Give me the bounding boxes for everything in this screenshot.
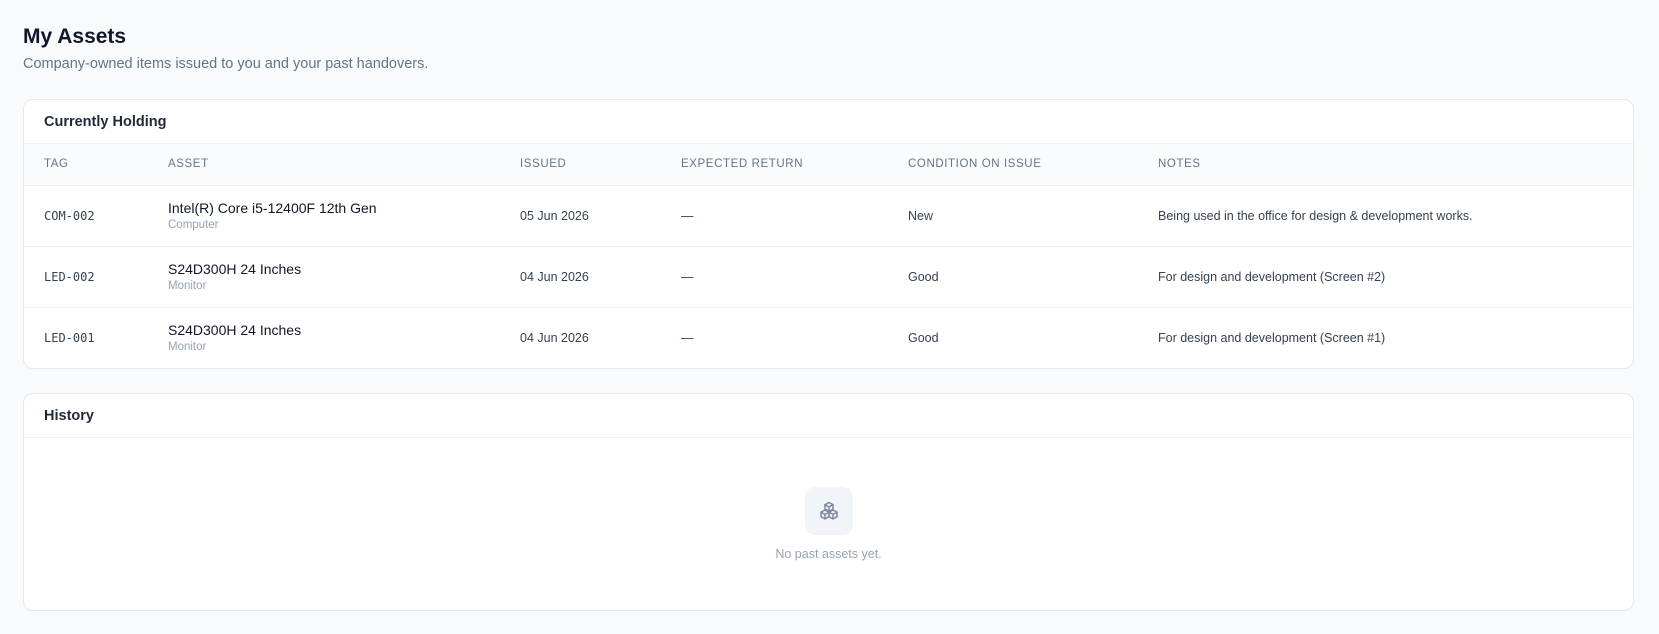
condition-on-issue: Good	[908, 269, 939, 284]
page-subtitle: Company-owned items issued to you and yo…	[23, 56, 429, 72]
expected-return: —	[681, 208, 694, 223]
table-header-row: TAG ASSET ISSUED EXPECTED RETURN CONDITI…	[24, 144, 1633, 186]
column-header-expected-return[interactable]: EXPECTED RETURN	[681, 144, 908, 186]
currently-holding-card: Currently Holding TAG ASSET ISSUED EXPEC…	[23, 99, 1634, 369]
column-header-asset[interactable]: ASSET	[168, 144, 520, 186]
table-row[interactable]: LED-001 S24D300H 24 Inches Monitor 04 Ju…	[24, 307, 1633, 368]
notes: Being used in the office for design & de…	[1158, 208, 1473, 223]
column-header-tag[interactable]: TAG	[24, 144, 168, 186]
expected-return: —	[681, 330, 694, 345]
expected-return: —	[681, 269, 694, 284]
page-title: My Assets	[23, 25, 127, 48]
asset-type: Computer	[168, 218, 219, 231]
table-row[interactable]: LED-002 S24D300H 24 Inches Monitor 04 Ju…	[24, 246, 1633, 307]
issued-date: 04 Jun 2026	[520, 269, 589, 284]
column-header-condition[interactable]: CONDITION ON ISSUE	[908, 144, 1158, 186]
asset-name: Intel(R) Core i5-12400F 12th Gen	[168, 199, 377, 216]
notes: For design and development (Screen #2)	[1158, 269, 1386, 284]
currently-holding-header: Currently Holding	[24, 100, 1633, 144]
table-row[interactable]: COM-002 Intel(R) Core i5-12400F 12th Gen…	[24, 185, 1633, 246]
asset-tag: LED-002	[44, 269, 95, 284]
currently-holding-title: Currently Holding	[44, 113, 167, 130]
issued-date: 05 Jun 2026	[520, 208, 589, 223]
asset-tag: COM-002	[44, 208, 95, 223]
column-header-issued[interactable]: ISSUED	[520, 144, 681, 186]
history-header: History	[24, 394, 1633, 438]
page-header: My Assets Company-owned items issued to …	[23, 22, 428, 74]
asset-name: S24D300H 24 Inches	[168, 260, 302, 277]
asset-type: Monitor	[168, 279, 207, 292]
asset-tag: LED-001	[44, 330, 95, 345]
assets-table: TAG ASSET ISSUED EXPECTED RETURN CONDITI…	[24, 144, 1633, 368]
boxes-icon	[804, 487, 853, 535]
asset-type: Monitor	[168, 340, 207, 353]
issued-date: 04 Jun 2026	[520, 330, 589, 345]
history-title: History	[44, 407, 94, 424]
condition-on-issue: Good	[908, 330, 939, 345]
empty-state-text: No past assets yet.	[775, 547, 882, 561]
column-header-notes[interactable]: NOTES	[1158, 144, 1633, 186]
history-card: History No past assets yet.	[23, 393, 1634, 611]
history-empty-state: No past assets yet.	[24, 438, 1633, 610]
condition-on-issue: New	[908, 208, 934, 223]
asset-name: S24D300H 24 Inches	[168, 321, 302, 338]
notes: For design and development (Screen #1)	[1158, 330, 1386, 345]
